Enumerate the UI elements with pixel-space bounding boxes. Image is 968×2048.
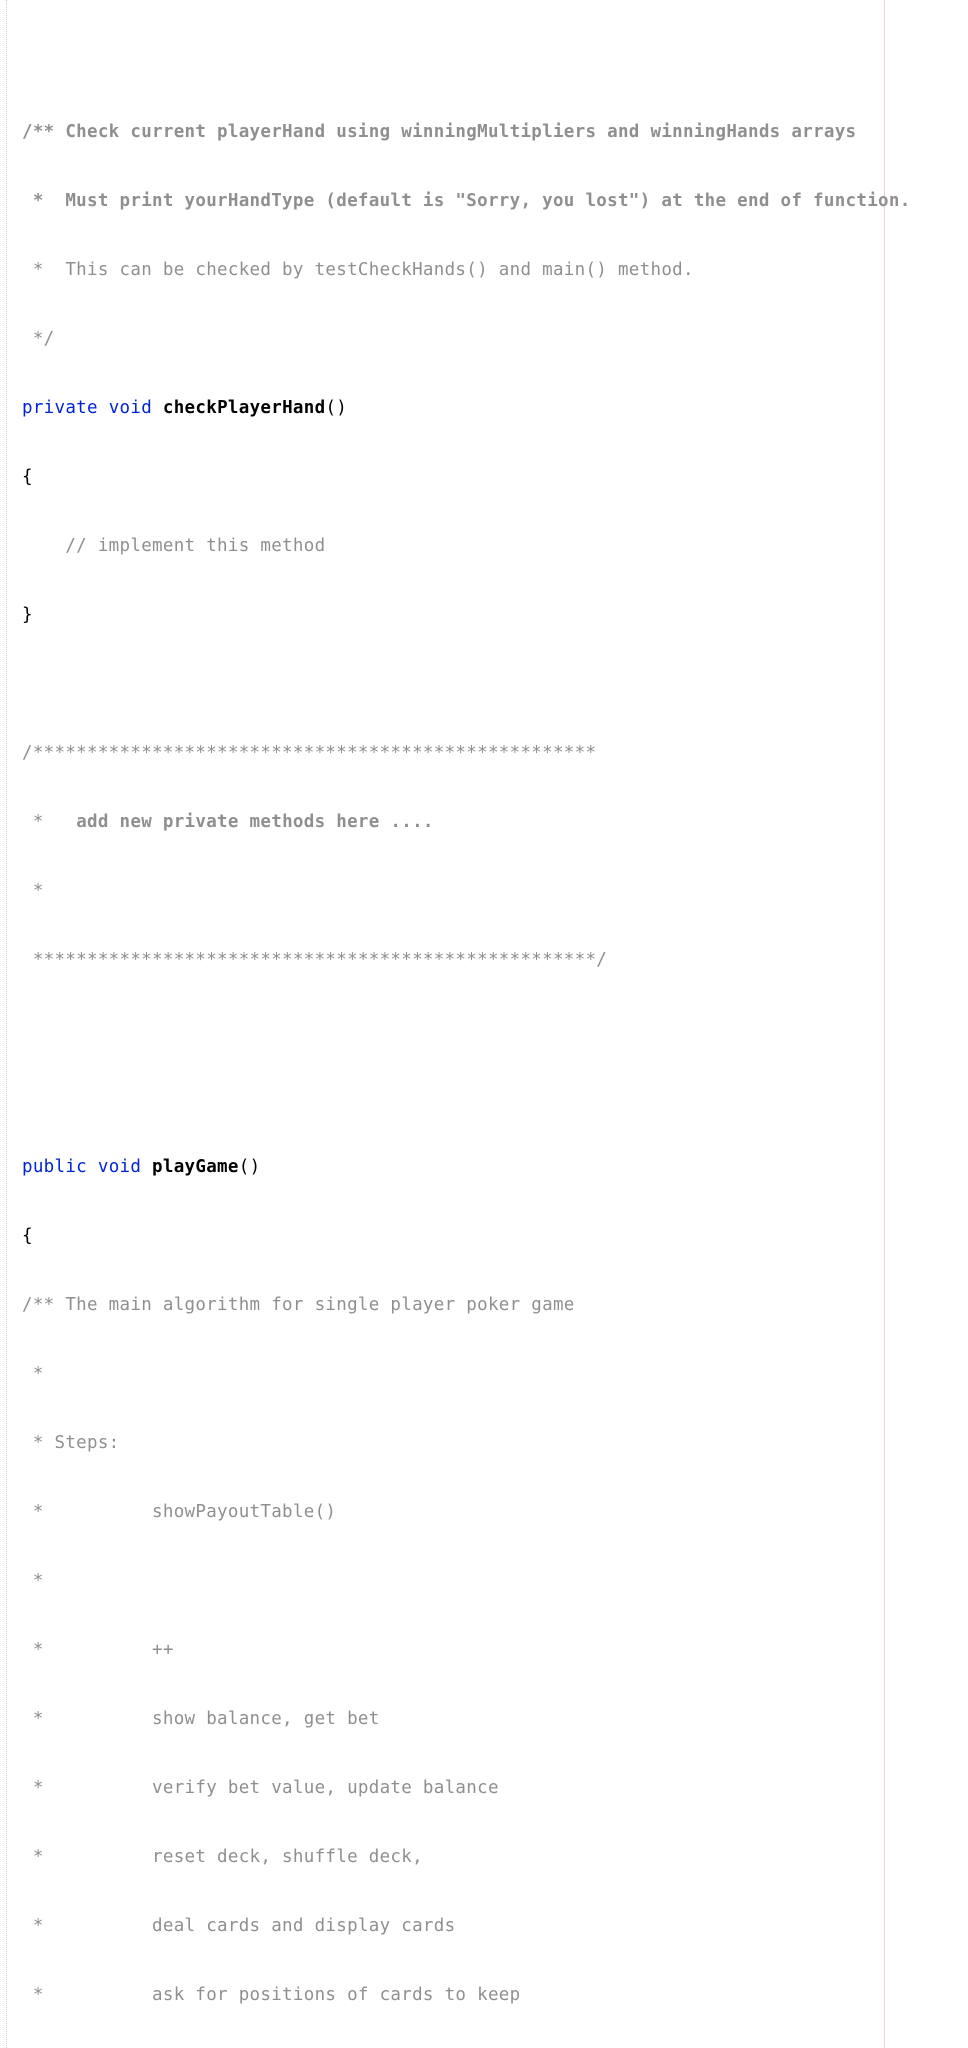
code-line: * verify bet value, update balance [22,1777,968,1800]
code-line: * reset deck, shuffle deck, [22,1846,968,1869]
code-line: ****************************************… [22,949,968,972]
code-line: * show balance, get bet [22,1708,968,1731]
code-line: * ask for positions of cards to keep [22,1984,968,2007]
comment-text: * [22,881,44,901]
keyword: public [22,1157,87,1177]
code-line: * deal cards and display cards [22,1915,968,1938]
comment-text: * show balance, get bet [22,1709,380,1729]
code-line: * Must print yourHandType (default is "S… [22,190,968,213]
parens: () [239,1157,261,1177]
method-name: checkPlayerHand [163,398,326,418]
keyword: void [109,398,152,418]
code-line: */ [22,328,968,351]
code-line: /** Check current playerHand using winni… [22,121,968,144]
brace: { [22,1226,33,1246]
code-line: * ++ [22,1639,968,1662]
parens: () [325,398,347,418]
comment-text: * Must print yourHandType (default is "S… [22,191,911,211]
comment-text: */ [22,329,55,349]
comment-text: * This can be checked by testCheckHands(… [22,260,694,280]
comment-text: /** The main algorithm for single player… [22,1295,575,1315]
comment-text: /***************************************… [22,743,596,763]
code-line: { [22,1225,968,1248]
code-line: * [22,1363,968,1386]
code-line: * [22,880,968,903]
code-editor[interactable]: /** Check current playerHand using winni… [0,0,968,2048]
code-line: * Steps: [22,1432,968,1455]
comment-text: ****************************************… [22,950,607,970]
comment-text: * ++ [22,1640,174,1660]
code-line: * showPayoutTable() [22,1501,968,1524]
code-line: /** The main algorithm for single player… [22,1294,968,1317]
code-line: private void checkPlayerHand() [22,397,968,420]
code-line [22,1087,968,1110]
comment-text: * [22,1571,44,1591]
comment-text: * showPayoutTable() [22,1502,336,1522]
keyword: private [22,398,98,418]
code-line: } [22,604,968,627]
comment-text: // implement this method [65,536,325,556]
comment-text: * [22,1364,44,1384]
code-line: * [22,1570,968,1593]
fold-gutter [4,0,16,2048]
comment-text: * Steps: [22,1433,120,1453]
comment-text: add new private methods here .... [76,812,434,832]
code-line: /***************************************… [22,742,968,765]
comment-text: * deal cards and display cards [22,1916,455,1936]
code-line: * add new private methods here .... [22,811,968,834]
code-line: { [22,466,968,489]
comment-text: /** Check current playerHand using winni… [22,122,856,142]
comment-text: * ask for positions of cards to keep [22,1985,520,2005]
code-line: // implement this method [22,535,968,558]
brace: { [22,467,33,487]
code-line [22,1018,968,1041]
comment-text: * [22,812,76,832]
method-name: playGame [152,1157,239,1177]
code-line: public void playGame() [22,1156,968,1179]
comment-text: * verify bet value, update balance [22,1778,499,1798]
code-line [22,673,968,696]
brace: } [22,605,33,625]
comment-text: * reset deck, shuffle deck, [22,1847,423,1867]
keyword: void [98,1157,141,1177]
code-line: * This can be checked by testCheckHands(… [22,259,968,282]
